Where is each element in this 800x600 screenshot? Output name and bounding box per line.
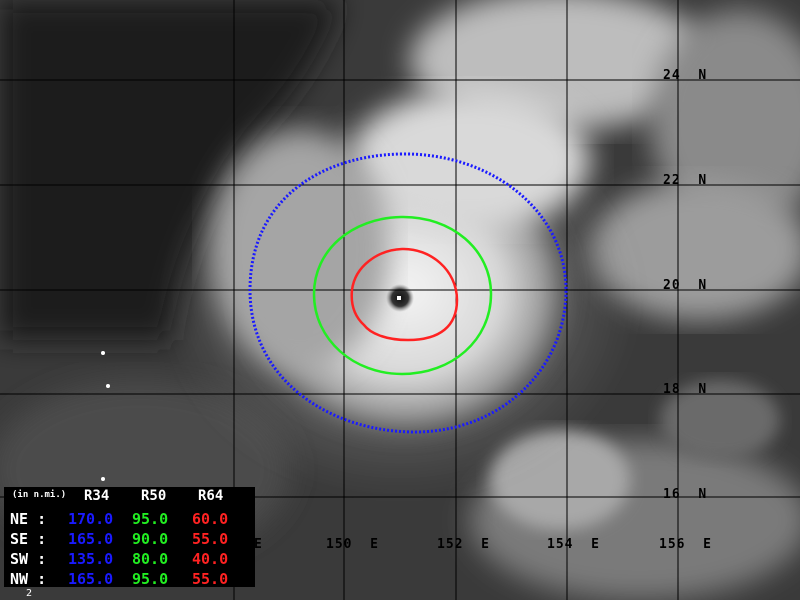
lon-label-156: 156 E (659, 537, 712, 552)
legend-quadrant: NE : (10, 510, 47, 528)
legend-unit-label: (in n.mi.) (12, 490, 67, 500)
legend-header-r34: R34 (84, 488, 110, 504)
lat-label-18: 18 N (663, 382, 708, 397)
legend-header-r50: R50 (141, 488, 167, 504)
legend-r64-value: 60.0 (192, 510, 229, 528)
legend-r34-value: 170.0 (68, 510, 114, 528)
legend-row-se: SE : 165.0 90.0 55.0 (10, 530, 255, 550)
legend-quadrant: SE : (10, 530, 47, 548)
legend-r34-value: 165.0 (68, 530, 114, 548)
legend-r64-value: 55.0 (192, 530, 229, 548)
legend-row-ne: NE : 170.0 95.0 60.0 (10, 510, 255, 530)
legend-r50-value: 90.0 (132, 530, 169, 548)
wind-radii-legend: (in n.mi.) R34 R50 R64 NE : 170.0 95.0 6… (4, 487, 255, 590)
legend-header-r64: R64 (198, 488, 224, 504)
legend-quadrant: NW : (10, 570, 47, 588)
lat-label-16: 16 N (663, 487, 708, 502)
legend-r50-value: 80.0 (132, 550, 169, 568)
lon-label-150: 150 E (326, 537, 379, 552)
legend-r50-value: 95.0 (132, 570, 169, 588)
lat-label-22: 22 N (663, 173, 708, 188)
lon-label-152: 152 E (437, 537, 490, 552)
legend-row-sw: SW : 135.0 80.0 40.0 (10, 550, 255, 570)
legend-row-nw: NW : 165.0 95.0 55.0 (10, 570, 255, 590)
legend-r64-value: 40.0 (192, 550, 229, 568)
frame-number: 2 (26, 588, 33, 599)
legend-r50-value: 95.0 (132, 510, 169, 528)
storm-center-marker (397, 296, 401, 300)
legend-r34-value: 165.0 (68, 570, 114, 588)
legend-r64-value: 55.0 (192, 570, 229, 588)
legend-quadrant: SW : (10, 550, 47, 568)
lon-label-partial: E (254, 537, 263, 552)
lat-label-20: 20 N (663, 278, 708, 293)
lon-label-154: 154 E (547, 537, 600, 552)
legend-r34-value: 135.0 (68, 550, 114, 568)
lat-label-24: 24 N (663, 68, 708, 83)
